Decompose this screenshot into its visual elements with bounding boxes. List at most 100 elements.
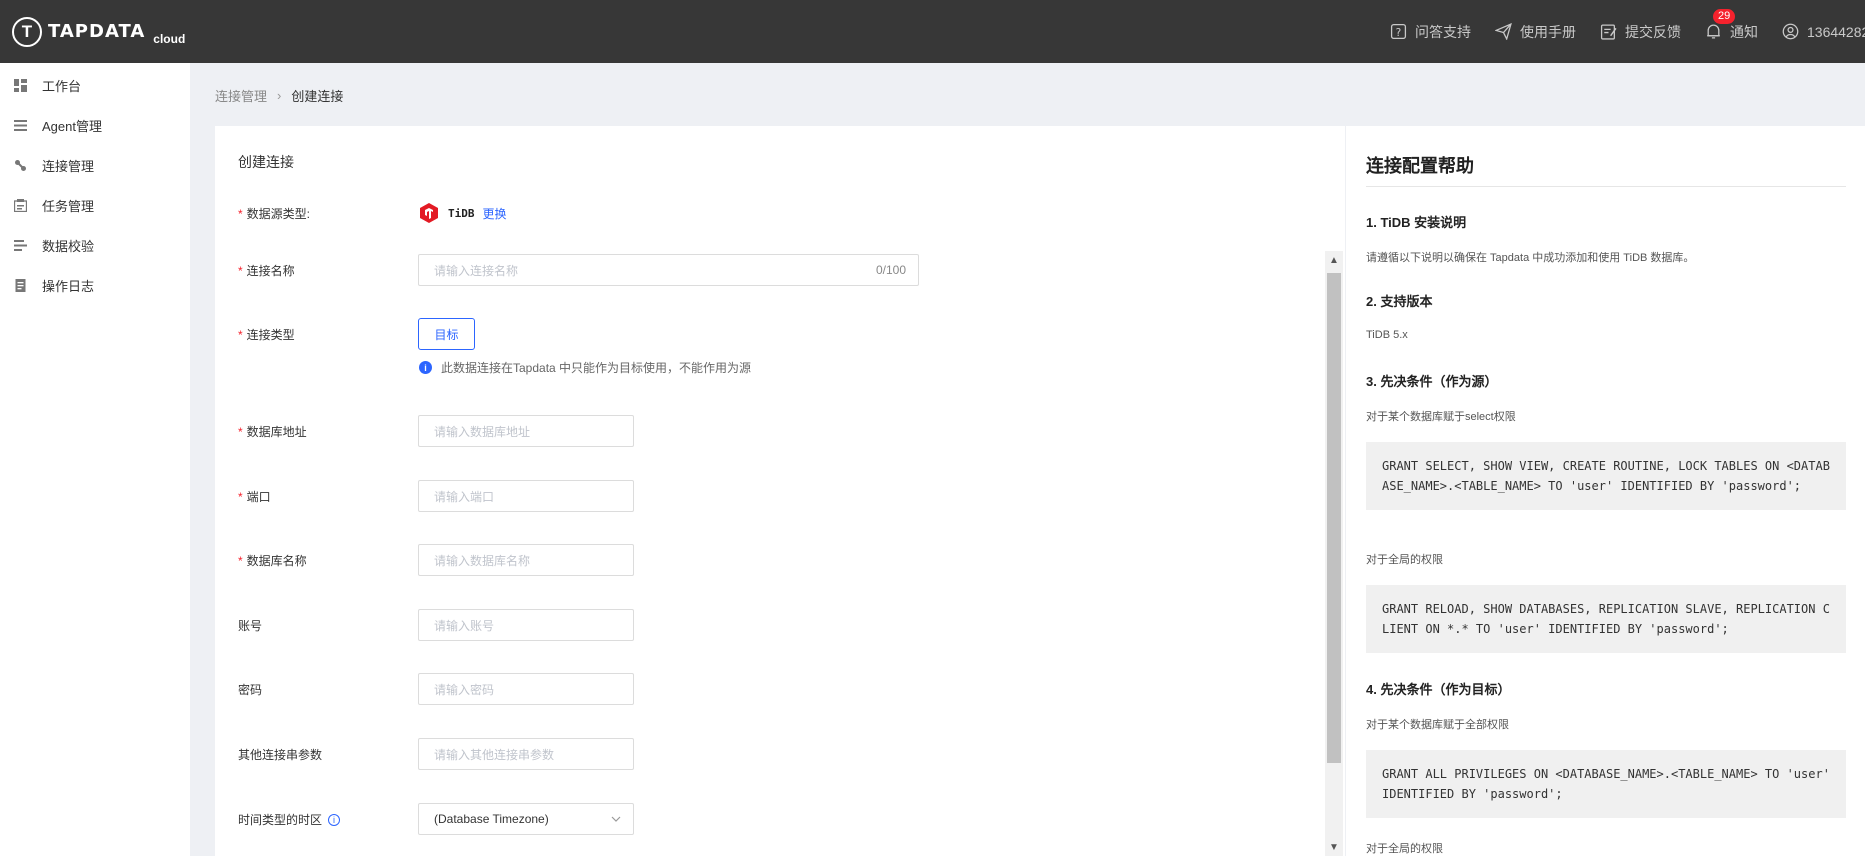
account-row: 账号 请输入账号	[238, 609, 634, 641]
user-id: 13644282	[1807, 23, 1865, 40]
logo-suffix: cloud	[153, 31, 186, 46]
info-icon[interactable]: i	[328, 814, 341, 827]
code-block: GRANT ALL PRIVILEGES ON <DATABASE_NAME>.…	[1366, 750, 1846, 818]
help-panel: 连接配置帮助 1. TiDB 安装说明 请遵循以下说明以确保在 Tapdata …	[1346, 126, 1865, 856]
datasource-label: * 数据源类型:	[238, 206, 311, 221]
scroll-up-arrow-icon[interactable]: ▲	[1325, 251, 1343, 269]
password-label: 密码	[238, 682, 263, 697]
sidebar-item-connections[interactable]: 连接管理	[0, 145, 190, 185]
sidebar-item-logs[interactable]: 操作日志	[0, 265, 190, 305]
sidebar-item-label: 工作台	[42, 78, 82, 94]
help-section-title: 3. 先决条件（作为源）	[1366, 374, 1498, 389]
timezone-row: 时间类型的时区 i (Database Timezone)	[238, 803, 634, 835]
data-check-icon	[14, 239, 27, 251]
sidebar-item-label: 数据校验	[42, 238, 95, 254]
feedback-icon	[1600, 24, 1617, 40]
datasource-name: TiDB	[448, 206, 475, 220]
sidebar-item-tasks[interactable]: 任务管理	[0, 185, 190, 225]
breadcrumb-current: 创建连接	[291, 89, 344, 104]
datasource-row: * 数据源类型: TiDB 更换	[238, 202, 507, 224]
db-host-row: * 数据库地址 请输入数据库地址	[238, 415, 634, 447]
sidebar-item-agent[interactable]: Agent管理	[0, 105, 190, 145]
sidebar-item-data-check[interactable]: 数据校验	[0, 225, 190, 265]
help-support-link[interactable]: ? 问答支持	[1390, 22, 1471, 42]
char-counter: 0/100	[875, 263, 906, 277]
user-menu[interactable]: 13644282	[1782, 23, 1865, 40]
help-text: 对于全局的权限	[1366, 554, 1443, 566]
help-text: 对于某个数据库赋于select权限	[1366, 411, 1516, 423]
target-type-button[interactable]: 目标	[418, 318, 475, 350]
user-manual-link[interactable]: 使用手册	[1495, 22, 1576, 42]
db-name-input[interactable]: 请输入数据库名称	[418, 544, 634, 576]
top-actions: ? 问答支持 使用手册 提交反馈 29 通知 13644282	[1390, 0, 1865, 63]
scroll-thumb[interactable]	[1327, 273, 1341, 763]
extra-params-input[interactable]: 请输入其他连接串参数	[418, 738, 634, 770]
connection-name-label: 连接名称	[246, 263, 295, 278]
logo[interactable]: T TAPDATA cloud	[12, 16, 186, 47]
help-section-title: 2. 支持版本	[1366, 294, 1433, 309]
tidb-logo-icon	[420, 203, 438, 223]
breadcrumb-parent[interactable]: 连接管理	[215, 86, 267, 105]
password-input[interactable]: 请输入密码	[418, 673, 634, 705]
db-name-label: 数据库名称	[246, 553, 307, 568]
tapdata-logo-icon: T	[12, 16, 42, 47]
dashboard-icon	[14, 78, 27, 92]
chevron-right-icon: ›	[277, 88, 282, 103]
connection-name-placeholder: 请输入连接名称	[434, 263, 519, 278]
notification-link[interactable]: 29 通知	[1705, 8, 1758, 42]
connection-type-row: * 连接类型 目标	[238, 318, 475, 350]
account-input[interactable]: 请输入账号	[418, 609, 634, 641]
info-icon: i	[419, 361, 432, 374]
help-text: 请遵循以下说明以确保在 Tapdata 中成功添加和使用 TiDB 数据库。	[1366, 252, 1695, 264]
paper-plane-icon	[1495, 23, 1512, 40]
user-icon	[1782, 23, 1799, 40]
port-label: 端口	[246, 489, 271, 504]
scroll-down-arrow-icon[interactable]: ▼	[1325, 838, 1343, 856]
divider	[1366, 186, 1846, 187]
db-host-input[interactable]: 请输入数据库地址	[418, 415, 634, 447]
password-row: 密码 请输入密码	[238, 673, 634, 705]
connection-type-label: 连接类型	[246, 327, 295, 342]
feedback-label: 提交反馈	[1625, 23, 1681, 40]
sidebar-item-label: 连接管理	[42, 158, 95, 174]
help-support-label: 问答支持	[1415, 23, 1471, 40]
notification-badge: 29	[1713, 8, 1736, 24]
db-name-row: * 数据库名称 请输入数据库名称	[238, 544, 634, 576]
sidebar-item-workbench[interactable]: 工作台	[0, 65, 190, 105]
svg-text:?: ?	[1396, 26, 1402, 39]
connection-name-input[interactable]: 请输入连接名称 0/100	[418, 254, 919, 286]
help-text: TiDB 5.x	[1366, 329, 1408, 341]
port-input[interactable]: 请输入端口	[418, 480, 634, 512]
sidebar-item-label: 操作日志	[42, 278, 95, 294]
feedback-link[interactable]: 提交反馈	[1600, 22, 1681, 42]
link-icon	[15, 159, 26, 171]
form-scrollbar[interactable]: ▲ ▼	[1325, 251, 1343, 856]
account-label: 账号	[238, 618, 263, 633]
port-row: * 端口 请输入端口	[238, 480, 634, 512]
timezone-select[interactable]: (Database Timezone)	[418, 803, 634, 835]
help-section-title: 4. 先决条件（作为目标）	[1366, 682, 1511, 697]
code-block: GRANT RELOAD, SHOW DATABASES, REPLICATIO…	[1366, 585, 1846, 653]
help-section-title: 1. TiDB 安装说明	[1366, 215, 1467, 230]
connection-type-hint: i 此数据连接在Tapdata 中只能作为目标使用，不能作用为源	[419, 359, 751, 376]
help-title: 连接配置帮助	[1366, 156, 1474, 176]
help-text: 对于全局的权限	[1366, 843, 1443, 855]
sidebar: 工作台 Agent管理 连接管理 任务管理 数据校验 操作日志	[0, 63, 190, 856]
logo-text: TAPDATA	[48, 21, 146, 42]
sidebar-item-label: 任务管理	[42, 198, 95, 214]
extra-params-label: 其他连接串参数	[238, 747, 323, 762]
code-block: GRANT SELECT, SHOW VIEW, CREATE ROUTINE,…	[1366, 442, 1846, 510]
log-icon	[15, 278, 26, 292]
form-title: 创建连接	[238, 154, 294, 170]
timezone-label: 时间类型的时区	[238, 812, 323, 827]
user-manual-label: 使用手册	[1520, 23, 1576, 40]
timezone-value: (Database Timezone)	[434, 812, 549, 826]
create-connection-form: 创建连接 * 数据源类型: TiDB 更换 * 连接名称 请输入连接名称 0/100…	[215, 126, 1345, 856]
top-bar: T TAPDATA cloud ? 问答支持 使用手册 提交反馈 29 通知 1…	[0, 0, 1865, 63]
bell-icon	[1707, 24, 1720, 39]
help-text: 对于某个数据库赋于全部权限	[1366, 719, 1509, 731]
task-icon	[14, 198, 27, 212]
db-host-label: 数据库地址	[246, 424, 307, 439]
change-datasource-link[interactable]: 更换	[483, 205, 507, 222]
list-icon	[14, 119, 27, 131]
